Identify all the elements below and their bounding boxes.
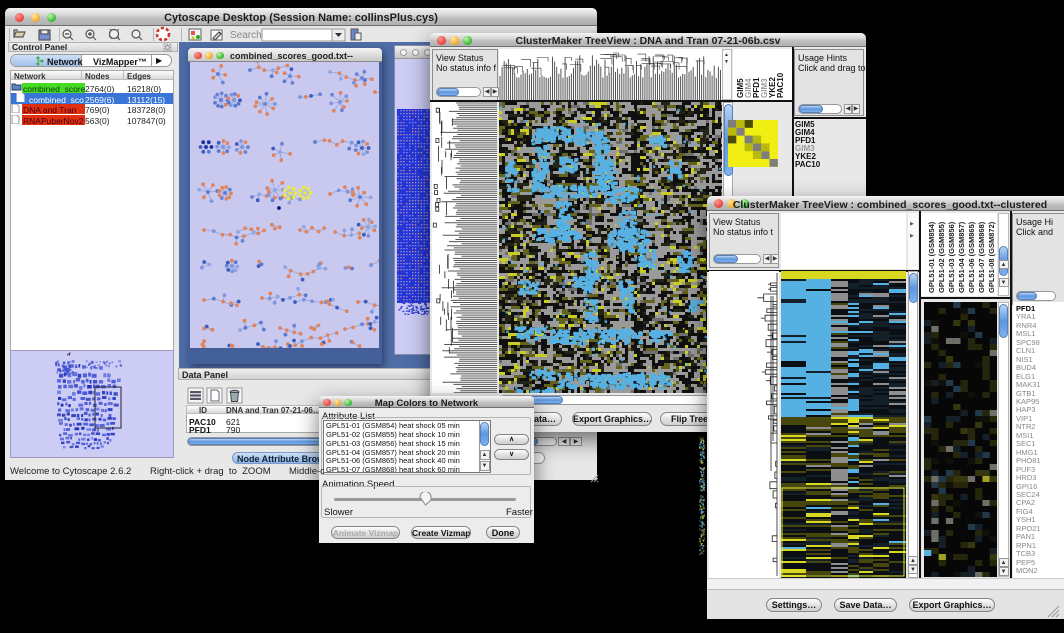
svg-text:Search:: Search: xyxy=(230,30,264,41)
